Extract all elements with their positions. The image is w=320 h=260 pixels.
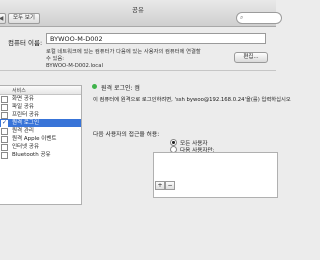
services-list[interactable]: 서비스 화면 공유 파일 공유 프린터 공유 원격 로그인 원격 관리 원격 A…	[0, 85, 82, 205]
search-field[interactable]: ⌕	[236, 12, 282, 24]
status-description: 이 컴퓨터에 원격으로 로그인하려면, 'ssh bywoo@192.168.0…	[93, 97, 291, 103]
service-row-remote-management[interactable]: 원격 관리	[0, 127, 81, 135]
computer-name-label: 컴퓨터 이름:	[8, 39, 43, 47]
search-icon: ⌕	[240, 14, 244, 21]
hint-line-1: 로컬 네트워크에 있는 컴퓨터가 다음에 있는 사용자의 컴퓨터에 연결할 수 …	[46, 49, 201, 62]
add-user-button[interactable]: +	[155, 181, 165, 190]
edit-button[interactable]: 편집...	[234, 52, 268, 63]
service-label: 프린터 공유	[12, 112, 40, 118]
service-row-remote-login[interactable]: 원격 로그인	[0, 119, 81, 127]
service-checkbox[interactable]	[1, 112, 8, 119]
service-row-internet-sharing[interactable]: 인터넷 공유	[0, 143, 81, 151]
access-label: 다음 사용자의 접근을 허용:	[93, 132, 160, 138]
computer-name-hint: 로컬 네트워크에 있는 컴퓨터가 다음에 있는 사용자의 컴퓨터에 연결할 수 …	[46, 49, 206, 70]
service-checkbox[interactable]	[1, 96, 8, 103]
service-row-bluetooth-sharing[interactable]: Bluetooth 공유	[0, 151, 81, 159]
services-header-label: 서비스	[12, 88, 26, 94]
title-bar: 공유 ◀ 모두 보기 ⌕	[0, 0, 282, 27]
service-row-file-sharing[interactable]: 파일 공유	[0, 103, 81, 111]
service-checkbox[interactable]	[1, 144, 8, 151]
service-row-remote-apple-events[interactable]: 원격 Apple 이벤트	[0, 135, 81, 143]
service-row-printer-sharing[interactable]: 프린터 공유	[0, 111, 81, 119]
service-label: Bluetooth 공유	[12, 152, 51, 158]
service-checkbox[interactable]	[1, 104, 8, 111]
service-label: 원격 Apple 이벤트	[12, 136, 57, 142]
service-row-screen-sharing[interactable]: 화면 공유	[0, 95, 81, 103]
radio-button[interactable]	[170, 139, 177, 146]
show-all-button[interactable]: 모두 보기	[8, 13, 40, 24]
hint-line-2: BYWOO-M-D002.local	[46, 63, 103, 69]
service-label: 화면 공유	[12, 96, 34, 102]
remove-user-button[interactable]: −	[165, 181, 175, 190]
service-label: 인터넷 공유	[12, 144, 40, 150]
service-label: 파일 공유	[12, 104, 34, 110]
service-checkbox[interactable]	[1, 128, 8, 135]
service-label: 원격 관리	[12, 128, 34, 134]
status-indicator-icon	[92, 84, 97, 89]
allowed-users-list[interactable]	[153, 152, 278, 198]
window-title: 공유	[132, 6, 144, 14]
computer-name-input[interactable]: BYWOO-M-D002	[46, 33, 266, 44]
service-label: 원격 로그인	[12, 120, 40, 126]
divider	[0, 70, 276, 71]
service-checkbox[interactable]	[1, 152, 8, 159]
service-checkbox[interactable]	[1, 119, 8, 127]
status-title: 원격 로그인: 켬	[101, 85, 140, 92]
service-checkbox[interactable]	[1, 136, 8, 143]
back-button[interactable]: ◀	[0, 13, 6, 24]
services-header: 서비스	[0, 86, 81, 95]
